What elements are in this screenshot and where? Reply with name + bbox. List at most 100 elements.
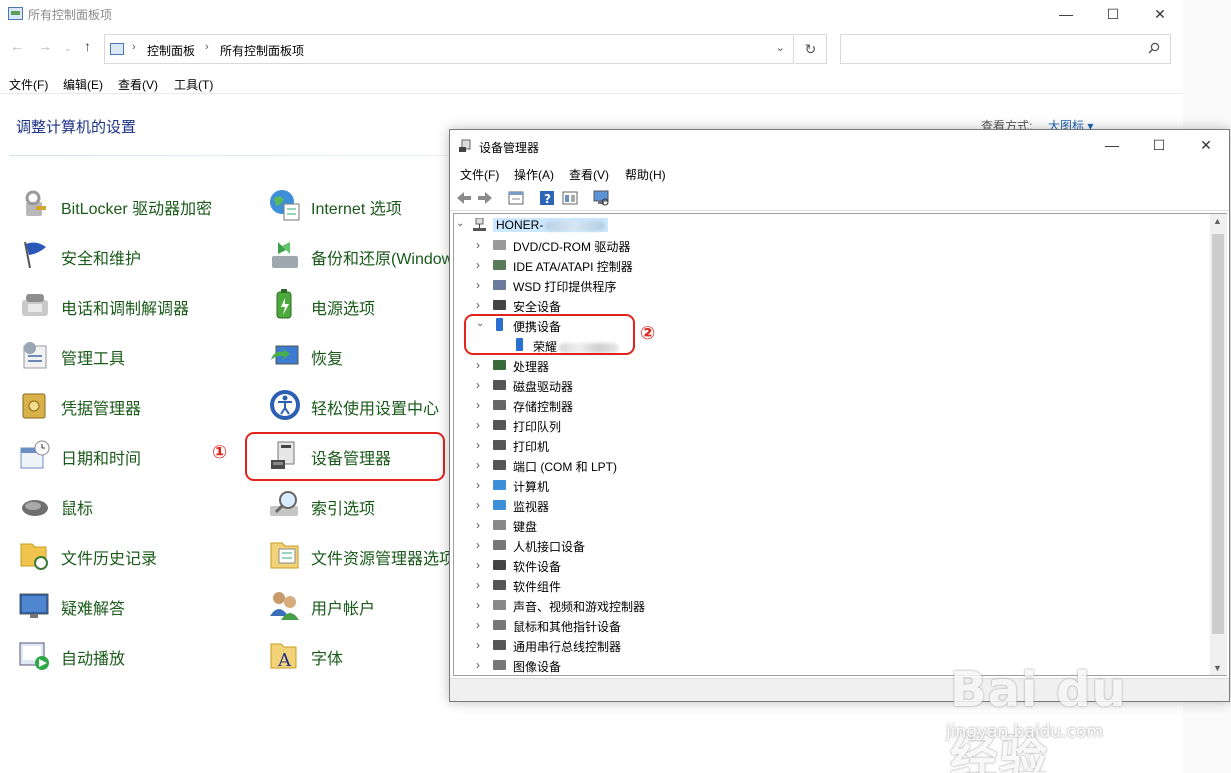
tree-category[interactable]: › 计算机 — [476, 475, 876, 495]
usb-icon — [493, 640, 506, 650]
chevron-right-icon[interactable]: › — [476, 638, 486, 652]
hid-icon — [493, 540, 506, 550]
chevron-right-icon[interactable]: › — [476, 518, 486, 532]
address-bar[interactable]: › 控制面板 › 所有控制面板项 ⌄ — [104, 34, 794, 64]
close-button[interactable]: ✕ — [1137, 0, 1183, 30]
tree-category[interactable]: › 监视器 — [476, 495, 876, 515]
computer-network-icon — [473, 218, 486, 231]
chevron-right-icon[interactable]: › — [476, 658, 486, 672]
chevron-right-icon[interactable]: › — [476, 538, 486, 552]
forward-arrow-icon[interactable]: → — [38, 38, 52, 54]
breadcrumb-control-panel[interactable]: 控制面板 — [147, 42, 195, 59]
item-admin-tools[interactable]: 管理工具 — [18, 335, 268, 375]
admin-tools-icon — [23, 342, 47, 369]
tree-category[interactable]: › IDE ATA/ATAPI 控制器 — [476, 255, 876, 275]
tree-category[interactable]: › 人机接口设备 — [476, 535, 876, 555]
menu-view[interactable]: 查看(V) — [118, 76, 158, 93]
recovery-icon — [271, 345, 299, 365]
menu-view[interactable]: 查看(V) — [569, 166, 609, 183]
chevron-right-icon[interactable]: › — [476, 498, 486, 512]
menu-file[interactable]: 文件(F) — [9, 76, 48, 93]
search-input[interactable] — [840, 34, 1171, 64]
menu-file[interactable]: 文件(F) — [460, 166, 499, 183]
menu-help[interactable]: 帮助(H) — [625, 166, 666, 183]
tree-category[interactable]: › 端口 (COM 和 LPT) — [476, 455, 876, 475]
tree-category[interactable]: › 打印机 — [476, 435, 876, 455]
chevron-right-icon[interactable]: › — [476, 438, 486, 452]
vertical-scrollbar[interactable]: ▲ ▼ — [1210, 213, 1227, 676]
chevron-right-icon[interactable]: › — [476, 278, 486, 292]
forward-arrow-icon[interactable] — [476, 189, 494, 207]
tree-category[interactable]: › 图像设备 — [476, 655, 876, 675]
breadcrumb-separator-icon: › — [132, 41, 136, 53]
up-arrow-icon[interactable]: ↑ — [84, 38, 91, 54]
tree-node-label: 软件设备 — [513, 560, 562, 574]
item-label: 索引选项 — [311, 501, 376, 518]
menu-edit[interactable]: 编辑(E) — [63, 76, 103, 93]
chevron-right-icon[interactable]: › — [476, 398, 486, 412]
chevron-right-icon[interactable]: › — [476, 478, 486, 492]
tree-category[interactable]: › 通用串行总线控制器 — [476, 635, 876, 655]
maximize-button[interactable]: ☐ — [1090, 0, 1136, 30]
chevron-right-icon[interactable]: › — [476, 358, 486, 372]
item-security-maintenance[interactable]: 安全和维护 — [18, 235, 268, 275]
item-bitlocker[interactable]: BitLocker 驱动器加密 — [18, 185, 268, 225]
title-bar[interactable]: 设备管理器 — ☐ ✕ — [450, 130, 1229, 162]
chevron-right-icon[interactable]: › — [476, 578, 486, 592]
tree-category[interactable]: › 软件组件 — [476, 575, 876, 595]
item-file-history[interactable]: 文件历史记录 — [18, 535, 268, 575]
item-credential-manager[interactable]: 凭据管理器 — [18, 385, 268, 425]
help-icon[interactable]: ? — [538, 189, 556, 207]
scroll-down-icon[interactable]: ▼ — [1213, 663, 1222, 673]
chevron-right-icon[interactable]: › — [476, 258, 486, 272]
title-bar[interactable]: 所有控制面板项 — ☐ ✕ — [0, 0, 1183, 30]
item-phone-modem[interactable]: 电话和调制解调器 — [18, 285, 268, 325]
tree-category[interactable]: › 存储控制器 — [476, 395, 876, 415]
chevron-right-icon[interactable]: › — [476, 238, 486, 252]
tree-category[interactable]: › DVD/CD-ROM 驱动器 — [476, 235, 876, 255]
tree-category[interactable]: › 声音、视频和游戏控制器 — [476, 595, 876, 615]
chevron-right-icon[interactable]: › — [476, 558, 486, 572]
chevron-right-icon[interactable]: › — [476, 298, 486, 312]
chevron-down-icon[interactable]: ⌄ — [456, 218, 466, 229]
item-troubleshooting[interactable]: 疑难解答 — [18, 585, 268, 625]
tree-category[interactable]: › 打印队列 — [476, 415, 876, 435]
tree-category[interactable]: › 软件设备 — [476, 555, 876, 575]
minimize-button[interactable]: — — [1043, 0, 1089, 30]
tree-category[interactable]: › 键盘 — [476, 515, 876, 535]
chevron-right-icon[interactable]: › — [476, 618, 486, 632]
chevron-down-icon[interactable]: ⌄ — [776, 41, 785, 54]
calendar-clock-icon — [20, 440, 50, 469]
back-arrow-icon[interactable]: ← — [10, 38, 24, 54]
item-autoplay[interactable]: 自动播放 — [18, 635, 268, 675]
tree-category[interactable]: › 处理器 — [476, 355, 876, 375]
minimize-button[interactable]: — — [1089, 130, 1135, 162]
refresh-button[interactable]: ↻ — [795, 34, 827, 64]
recent-locations-chevron-icon[interactable]: ⌄ — [64, 43, 72, 54]
tree-node-label: 软件组件 — [513, 580, 562, 594]
back-arrow-icon[interactable] — [455, 189, 473, 207]
item-mouse[interactable]: 鼠标 — [18, 485, 268, 525]
scroll-up-icon[interactable]: ▲ — [1213, 216, 1222, 226]
tree-category[interactable]: › 磁盘驱动器 — [476, 375, 876, 395]
dvd-drive-icon — [493, 240, 506, 250]
chevron-right-icon[interactable]: › — [476, 418, 486, 432]
chevron-right-icon[interactable]: › — [476, 598, 486, 612]
close-button[interactable]: ✕ — [1183, 130, 1229, 162]
scrollbar-thumb[interactable] — [1212, 234, 1224, 634]
scan-hardware-icon[interactable] — [592, 189, 610, 207]
toolbar: ? — [450, 185, 1229, 211]
chevron-right-icon[interactable]: › — [476, 458, 486, 472]
view-icon[interactable] — [561, 189, 579, 207]
tree-category[interactable]: › 鼠标和其他指针设备 — [476, 615, 876, 635]
maximize-button[interactable]: ☐ — [1136, 130, 1182, 162]
properties-icon[interactable] — [507, 189, 525, 207]
menu-action[interactable]: 操作(A) — [514, 166, 554, 183]
tree-root-computer[interactable]: ⌄ HONER- — [456, 215, 856, 235]
tree-category[interactable]: › WSD 打印提供程序 — [476, 275, 876, 295]
item-date-time[interactable]: 日期和时间 — [18, 435, 268, 475]
tree-category[interactable]: › 安全设备 — [476, 295, 876, 315]
breadcrumb-all-items[interactable]: 所有控制面板项 — [220, 42, 304, 59]
chevron-right-icon[interactable]: › — [476, 378, 486, 392]
menu-tools[interactable]: 工具(T) — [174, 76, 213, 93]
